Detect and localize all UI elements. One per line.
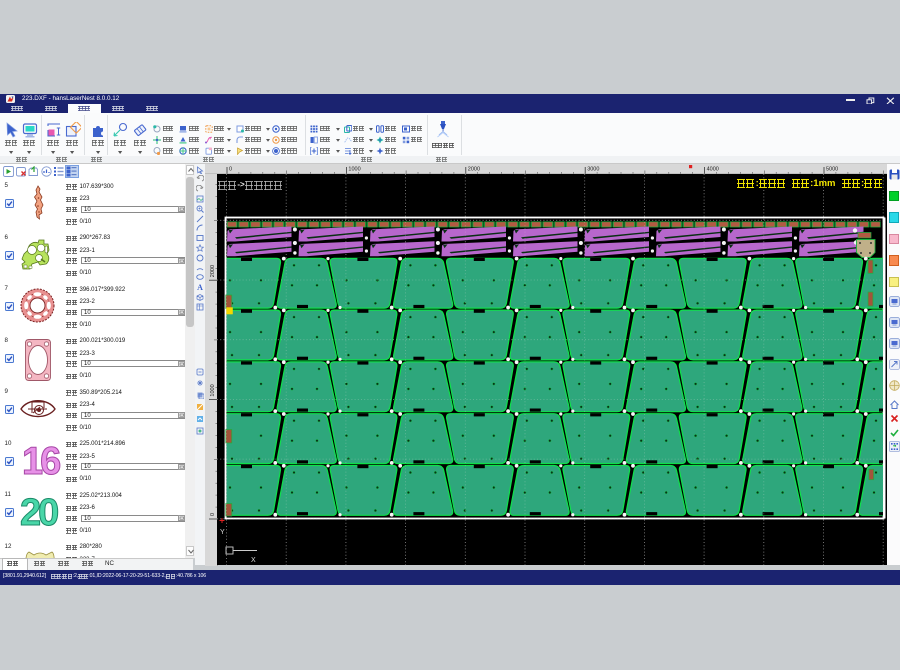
svg-text:Y: Y (220, 529, 225, 536)
svg-text:2000: 2000 (467, 166, 479, 172)
svg-text:4000: 4000 (706, 166, 718, 172)
svg-text:1000: 1000 (210, 384, 216, 396)
svg-text:1000: 1000 (348, 166, 360, 172)
svg-text:5000: 5000 (826, 166, 838, 172)
svg-text:A: A (197, 283, 203, 291)
svg-text:X: X (251, 557, 256, 564)
svg-text:0: 0 (229, 166, 232, 172)
svg-text:3000: 3000 (587, 166, 599, 172)
svg-text:0: 0 (210, 513, 216, 516)
svg-text:2000: 2000 (210, 265, 216, 277)
